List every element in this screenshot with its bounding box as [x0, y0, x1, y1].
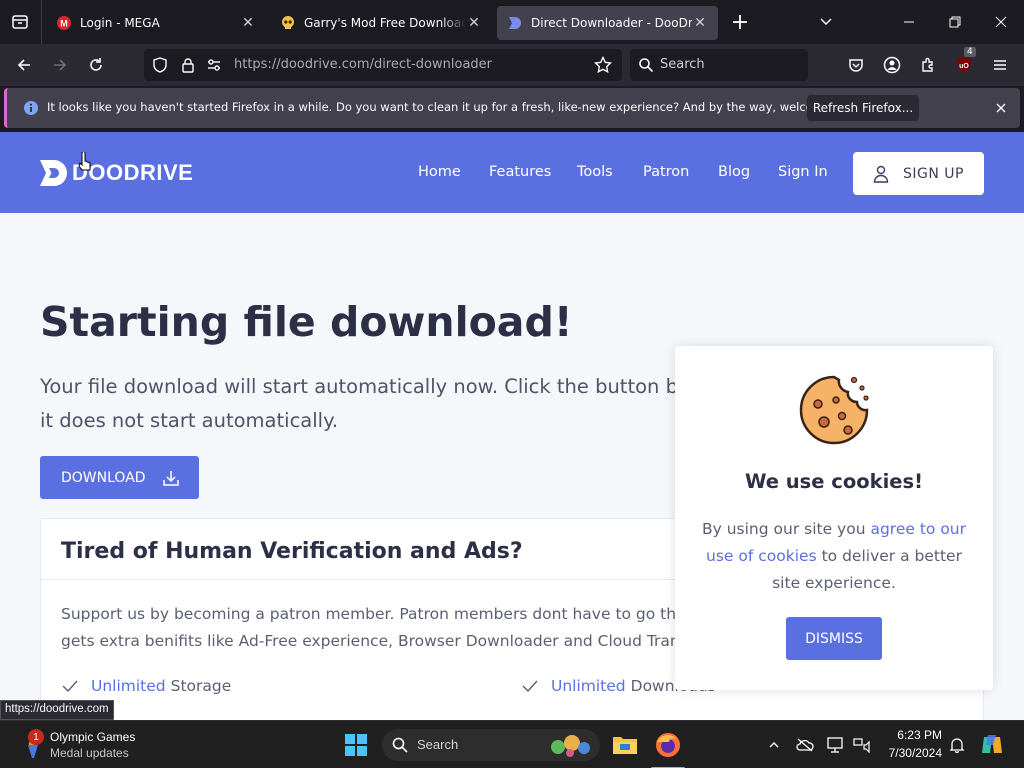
back-icon[interactable] — [12, 53, 36, 77]
onedrive-icon[interactable] — [793, 733, 817, 757]
menu-icon[interactable] — [988, 53, 1012, 77]
news-widget[interactable]: 1 Olympic Games Medal updates — [20, 729, 160, 763]
info-icon — [19, 96, 43, 120]
download-icon — [162, 470, 179, 486]
notification-bell-icon[interactable] — [945, 733, 969, 757]
forward-icon[interactable] — [48, 53, 72, 77]
close-tab-icon[interactable]: ✕ — [692, 15, 708, 31]
minimize-icon[interactable] — [897, 10, 921, 34]
pocket-icon[interactable] — [844, 53, 868, 77]
file-explorer-icon[interactable] — [612, 733, 638, 757]
new-tab-icon[interactable]: + — [728, 10, 752, 35]
navigation-toolbar: https://doodrive.com/direct-downloader S… — [0, 44, 1024, 86]
copilot-icon[interactable] — [980, 733, 1004, 757]
account-icon[interactable] — [880, 53, 904, 77]
cookie-title: We use cookies! — [744, 470, 924, 493]
site-logo[interactable]: DOODRIVE — [40, 160, 193, 186]
tab-strip: M Login - MEGA ✕ Garry's Mod Free Downlo… — [0, 0, 1024, 44]
widget-badge: 1 — [28, 729, 44, 745]
close-tab-icon[interactable]: ✕ — [240, 15, 256, 31]
permissions-icon[interactable] — [202, 53, 226, 77]
chevron-up-icon[interactable] — [762, 733, 786, 757]
taskbar-search-placeholder: Search — [417, 737, 459, 752]
nav-tools[interactable]: Tools — [577, 164, 613, 180]
extension-badge: 4 — [964, 47, 976, 57]
chevron-down-icon[interactable] — [814, 10, 838, 34]
tab-garrys-mod[interactable]: Garry's Mod Free Download (Bu ✕ — [270, 6, 492, 40]
refresh-firefox-button[interactable]: Refresh Firefox... — [807, 95, 919, 121]
status-url: https://doodrive.com — [0, 700, 114, 720]
svg-text:uO: uO — [959, 63, 969, 70]
doodrive-icon — [509, 17, 521, 29]
cookie-text: By using our site you agree to our use o… — [701, 520, 967, 592]
page-title: Starting file download! — [40, 298, 573, 346]
user-icon — [873, 165, 889, 183]
refresh-firefox-notification: It looks like you haven't started Firefo… — [4, 88, 1020, 128]
widget-title: Olympic Games — [50, 730, 136, 744]
dismiss-button[interactable]: DISMISS — [786, 617, 882, 660]
svg-text:M: M — [60, 19, 68, 29]
windows-start-icon[interactable] — [344, 733, 368, 757]
feature-item: Unlimited Storage — [61, 677, 231, 695]
nav-home[interactable]: Home — [418, 164, 461, 180]
nav-patron[interactable]: Patron — [643, 164, 689, 180]
nav-sign-in[interactable]: Sign In — [778, 164, 828, 180]
firefox-icon[interactable] — [651, 733, 685, 768]
download-description: Your file download will start automatica… — [40, 375, 742, 432]
close-tab-icon[interactable]: ✕ — [466, 15, 482, 31]
windows-taskbar: 1 Olympic Games Medal updates Search 6:2… — [0, 720, 1024, 768]
bookmark-star-icon[interactable] — [591, 53, 615, 77]
tab-title: Login - MEGA — [80, 16, 160, 30]
reload-icon[interactable] — [84, 53, 108, 77]
nav-features[interactable]: Features — [489, 164, 551, 180]
clock-time[interactable]: 6:23 PM — [878, 728, 942, 742]
lock-icon[interactable] — [176, 53, 200, 77]
notification-message: It looks like you haven't started Firefo… — [47, 100, 867, 114]
download-label: DOWNLOAD — [61, 469, 146, 486]
cookie-consent-popup: We use cookies! By using our site you ag… — [675, 346, 993, 690]
close-notification-icon[interactable] — [989, 96, 1013, 120]
cookie-icon — [799, 375, 869, 445]
tab-title: Garry's Mod Free Download (Bu — [304, 16, 466, 30]
tab-list-icon[interactable] — [8, 10, 32, 34]
download-button[interactable]: DOWNLOAD — [40, 456, 199, 499]
search-icon — [388, 733, 412, 757]
skull-icon — [282, 16, 294, 29]
clock-date[interactable]: 7/30/2024 — [878, 746, 942, 760]
check-icon — [62, 680, 78, 693]
search-icon — [634, 53, 658, 77]
tab-title: Direct Downloader - DooDrive — [531, 16, 692, 30]
sign-up-label: SIGN UP — [903, 165, 964, 182]
display-icon[interactable] — [824, 733, 848, 757]
ublock-icon[interactable]: uO 4 — [952, 47, 976, 77]
url-bar[interactable]: https://doodrive.com/direct-downloader — [144, 49, 622, 81]
taskbar-search[interactable]: Search — [382, 729, 600, 761]
extensions-icon[interactable] — [916, 53, 940, 77]
mega-icon: M — [57, 16, 71, 30]
check-icon — [522, 680, 538, 693]
tab-mega[interactable]: M Login - MEGA ✕ — [46, 6, 266, 40]
close-window-icon[interactable] — [989, 10, 1013, 34]
search-highlight-icon — [551, 735, 590, 757]
network-volume-icon[interactable] — [850, 733, 874, 757]
patron-card-text: Support us by becoming a patron member. … — [61, 605, 701, 650]
search-bar[interactable]: Search — [630, 49, 808, 81]
restore-icon[interactable] — [943, 10, 967, 34]
widget-subtitle: Medal updates — [50, 746, 129, 760]
url-text[interactable]: https://doodrive.com/direct-downloader — [234, 57, 492, 72]
patron-card-title: Tired of Human Verification and Ads? — [61, 539, 523, 564]
shield-icon[interactable] — [148, 53, 172, 77]
doodrive-logo-icon — [40, 160, 67, 186]
sign-up-button[interactable]: SIGN UP — [853, 152, 984, 195]
nav-blog[interactable]: Blog — [718, 164, 750, 180]
site-header: DOODRIVE Home Features Tools Patron Blog… — [0, 132, 1024, 213]
tab-doodrive[interactable]: Direct Downloader - DooDrive ✕ — [497, 6, 718, 40]
mouse-cursor-icon — [78, 152, 91, 171]
search-placeholder: Search — [660, 57, 705, 72]
